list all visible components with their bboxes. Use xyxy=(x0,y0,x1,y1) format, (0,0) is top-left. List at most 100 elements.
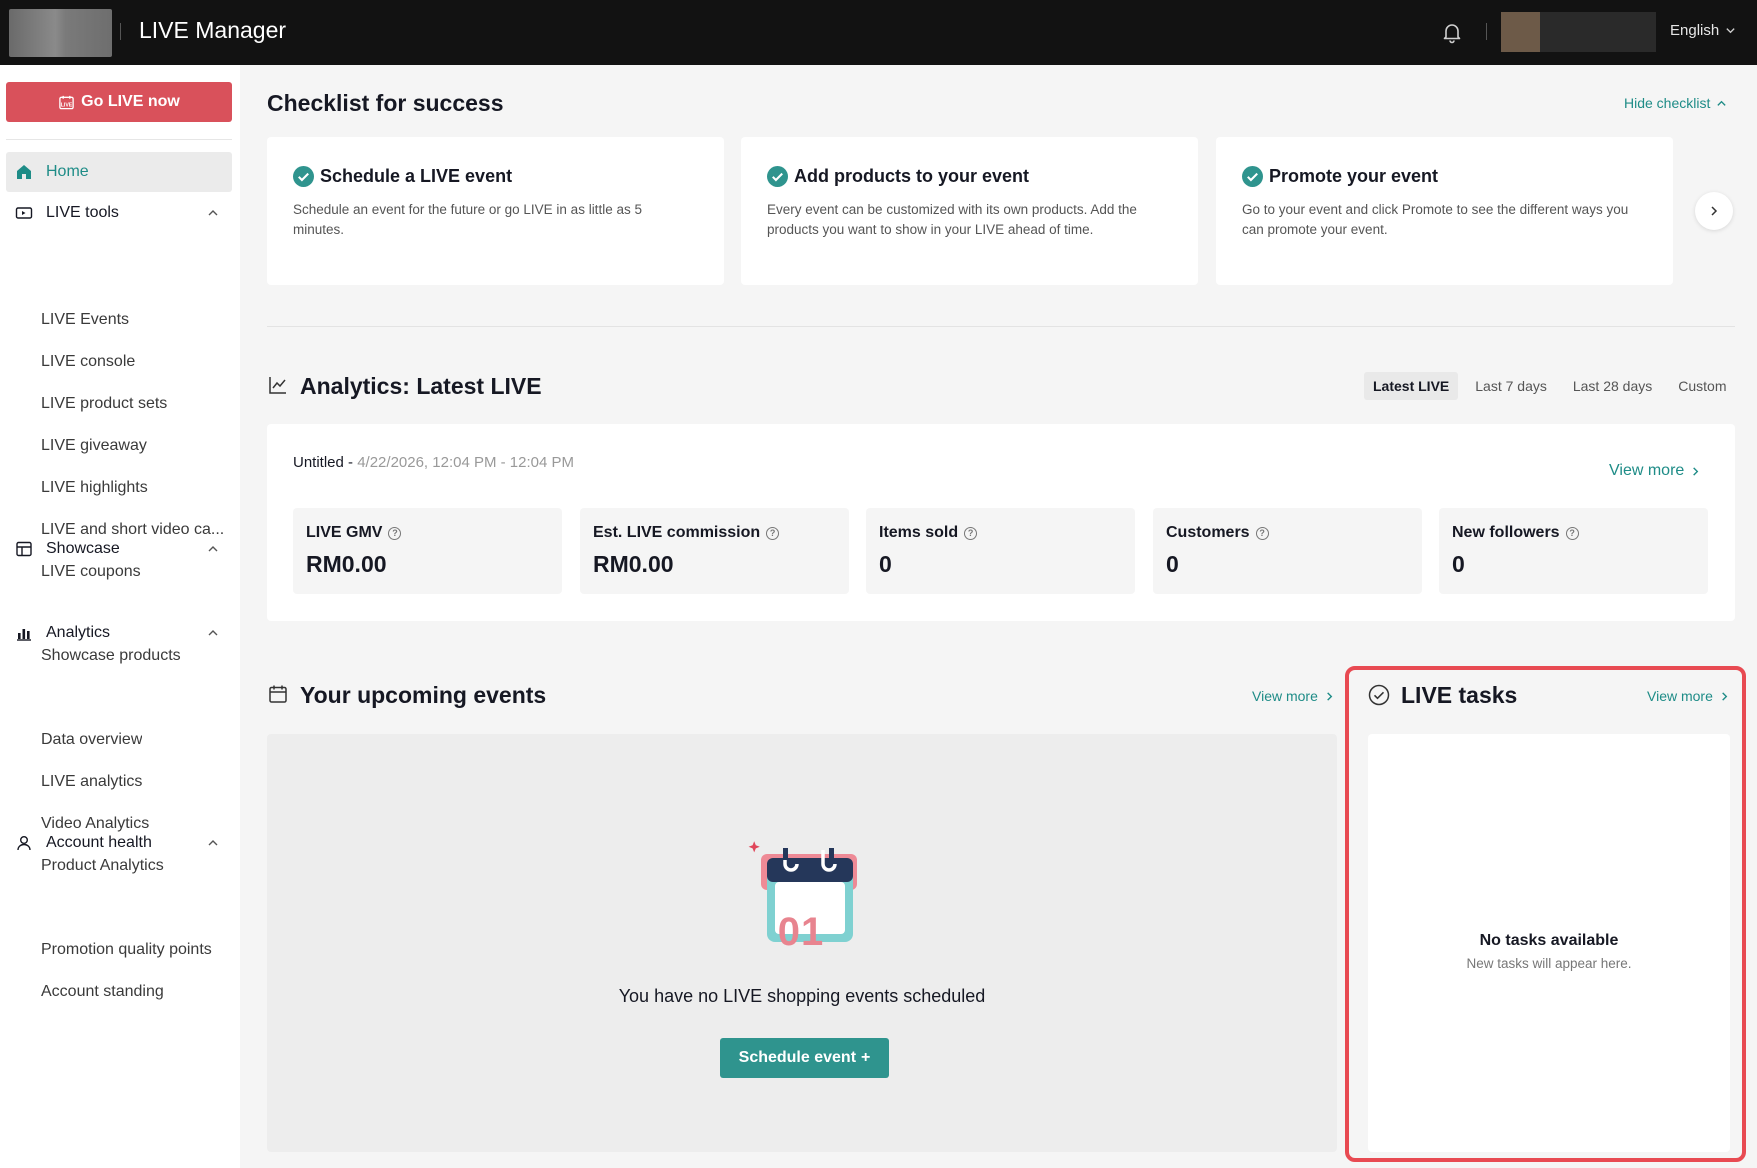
go-live-button[interactable]: LIVE Go LIVE now xyxy=(6,82,232,122)
check-circle-icon xyxy=(767,166,788,187)
chevron-up-icon xyxy=(208,210,218,216)
live-calendar-icon: LIVE xyxy=(59,95,74,109)
stat-value: 0 xyxy=(1452,551,1465,577)
stat-label: New followers xyxy=(1452,524,1560,541)
checklist-card[interactable]: Schedule a LIVE event Schedule an event … xyxy=(267,137,724,285)
analytics-title: Analytics: Latest LIVE xyxy=(300,373,542,399)
chevron-right-icon xyxy=(1327,691,1333,701)
showcase-icon xyxy=(14,539,34,559)
svg-text:LIVE: LIVE xyxy=(61,102,73,108)
stat-label: Items sold xyxy=(879,524,959,541)
sidebar-item-live-giveaway[interactable]: LIVE giveaway xyxy=(41,437,147,455)
checklist-card[interactable]: Promote your event Go to your event and … xyxy=(1216,137,1673,285)
next-arrow-button[interactable] xyxy=(1695,192,1733,230)
account-name-block[interactable] xyxy=(1540,12,1656,52)
avatar[interactable] xyxy=(1501,12,1540,52)
bell-icon[interactable] xyxy=(1440,20,1464,44)
calendar-number: 01 xyxy=(777,910,825,954)
sidebar: LIVE Go LIVE now Home LIVE tools LIVE Ev… xyxy=(0,65,240,1168)
tasks-view-more-link[interactable]: View more xyxy=(1647,688,1730,704)
stat-customers: Customers? 0 xyxy=(1153,508,1422,594)
sidebar-item-analytics[interactable]: Analytics xyxy=(6,613,232,653)
help-icon[interactable]: ? xyxy=(1255,526,1269,540)
top-bar: LIVE Manager English xyxy=(0,0,1757,65)
sidebar-item-account-standing[interactable]: Account standing xyxy=(41,983,164,1001)
tab-last-28-days[interactable]: Last 28 days xyxy=(1564,372,1661,400)
sidebar-item-data-overview[interactable]: Data overview xyxy=(41,731,142,749)
sidebar-item-label: Home xyxy=(46,163,89,180)
events-view-more-link[interactable]: View more xyxy=(1252,688,1335,704)
check-circle-outline-icon xyxy=(1368,684,1390,706)
help-icon[interactable]: ? xyxy=(388,526,402,540)
tab-custom[interactable]: Custom xyxy=(1669,372,1735,400)
session-name: Untitled - xyxy=(293,454,358,471)
shop-logo[interactable] xyxy=(9,9,112,57)
sidebar-item-account-health[interactable]: Account health xyxy=(6,823,232,863)
sidebar-item-live-events[interactable]: LIVE Events xyxy=(41,311,129,329)
view-more-label: View more xyxy=(1647,688,1713,704)
tab-last-7-days[interactable]: Last 7 days xyxy=(1466,372,1556,400)
analytics-view-more-link[interactable]: View more xyxy=(1609,462,1701,480)
language-label: English xyxy=(1670,22,1720,39)
divider xyxy=(267,326,1735,327)
divider xyxy=(1486,23,1487,40)
upcoming-events-title: Your upcoming events xyxy=(300,682,547,708)
analytics-tabs: Latest LIVE Last 7 days Last 28 days Cus… xyxy=(1364,372,1735,400)
stat-label: Customers xyxy=(1166,524,1250,541)
sidebar-item-live-console[interactable]: LIVE console xyxy=(41,353,135,371)
help-icon[interactable]: ? xyxy=(964,526,978,540)
hide-checklist-link[interactable]: Hide checklist xyxy=(1624,95,1727,111)
chevron-up-icon xyxy=(208,546,218,552)
help-icon[interactable]: ? xyxy=(766,526,780,540)
schedule-event-button[interactable]: Schedule event + xyxy=(720,1038,889,1078)
sidebar-item-label: LIVE tools xyxy=(46,204,119,221)
view-more-label: View more xyxy=(1252,688,1318,704)
stat-value: 0 xyxy=(1166,551,1179,577)
sidebar-item-live-highlights[interactable]: LIVE highlights xyxy=(41,479,148,497)
checklist-card-desc: Every event can be customized with its o… xyxy=(767,202,1137,237)
live-tasks-title: LIVE tasks xyxy=(1401,682,1518,708)
upcoming-events-panel: 01 You have no LIVE shopping events sche… xyxy=(267,734,1337,1152)
live-tasks-panel: No tasks available New tasks will appear… xyxy=(1368,734,1730,1152)
stat-value: RM0.00 xyxy=(593,551,674,577)
checklist-card[interactable]: Add products to your event Every event c… xyxy=(741,137,1198,285)
language-selector[interactable]: English xyxy=(1670,22,1736,39)
chevron-up-icon xyxy=(208,840,218,846)
plus-icon: + xyxy=(861,1049,871,1066)
chevron-right-icon xyxy=(1722,691,1728,701)
chevron-right-icon xyxy=(1711,206,1718,216)
stat-label: Est. LIVE commission xyxy=(593,524,761,541)
sidebar-item-live-analytics[interactable]: LIVE analytics xyxy=(41,773,142,791)
chevron-up-icon xyxy=(1717,100,1727,106)
no-tasks-desc: New tasks will appear here. xyxy=(1466,956,1632,971)
analytics-icon xyxy=(14,623,34,643)
sidebar-item-live-product-sets[interactable]: LIVE product sets xyxy=(41,395,167,413)
sidebar-item-home[interactable]: Home xyxy=(6,152,232,192)
sidebar-item-label: Account health xyxy=(46,834,152,851)
stat-est-commission: Est. LIVE commission? RM0.00 xyxy=(580,508,849,594)
sidebar-item-showcase[interactable]: Showcase xyxy=(6,529,232,569)
go-live-label: Go LIVE now xyxy=(81,93,180,110)
session-info: Untitled - 4/22/2026, 12:04 PM - 12:04 P… xyxy=(293,454,574,471)
schedule-event-label: Schedule event xyxy=(738,1049,857,1066)
chevron-down-icon xyxy=(1726,28,1735,34)
sidebar-item-live-tools[interactable]: LIVE tools xyxy=(6,193,232,233)
stat-value: 0 xyxy=(879,551,892,577)
app-title: LIVE Manager xyxy=(139,17,287,43)
checklist-title: Checklist for success xyxy=(267,90,504,116)
checklist-card-title: Promote your event xyxy=(1269,166,1439,186)
chevron-up-icon xyxy=(208,630,218,636)
calendar-icon xyxy=(269,685,287,703)
help-icon[interactable]: ? xyxy=(1565,526,1579,540)
tab-latest-live[interactable]: Latest LIVE xyxy=(1364,372,1459,400)
checklist-card-title: Add products to your event xyxy=(794,166,1030,186)
checklist-card-title: Schedule a LIVE event xyxy=(320,166,513,186)
no-events-text: You have no LIVE shopping events schedul… xyxy=(618,986,986,1006)
checklist-card-desc: Schedule an event for the future or go L… xyxy=(293,202,642,237)
check-circle-icon xyxy=(293,166,314,187)
sidebar-item-label: Showcase xyxy=(46,540,120,557)
account-icon xyxy=(14,833,34,853)
sidebar-item-promotion-quality-points[interactable]: Promotion quality points xyxy=(41,941,212,959)
live-tools-icon xyxy=(14,203,34,223)
line-chart-icon xyxy=(269,377,286,394)
